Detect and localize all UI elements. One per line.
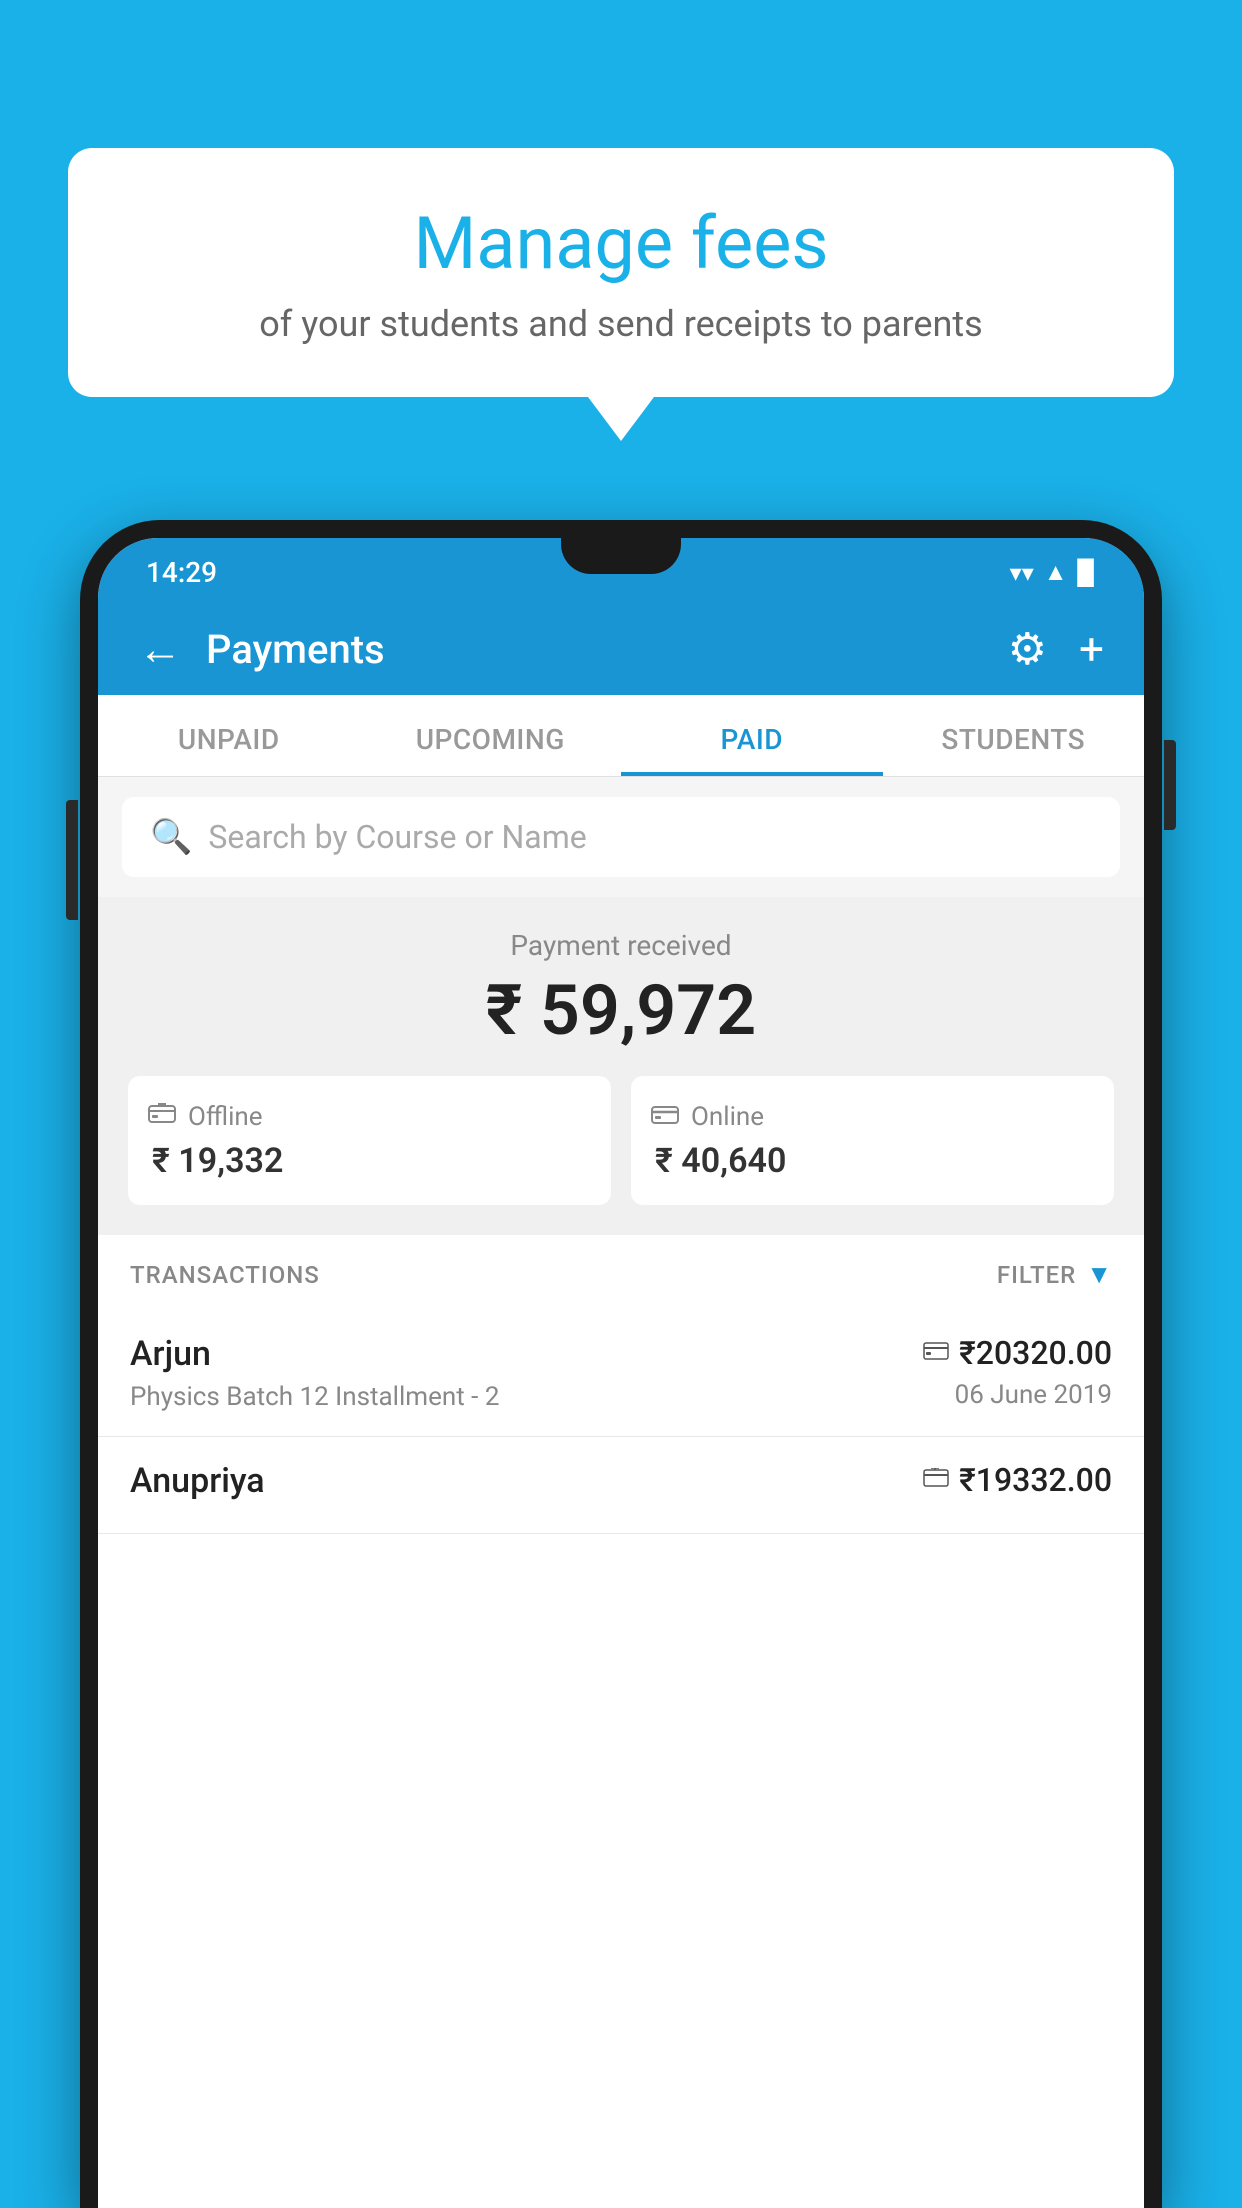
transactions-list: Arjun Physics Batch 12 Installment - 2 (98, 1310, 1144, 2208)
phone-screen: 14:29 ▾▾ ▲ ▉ ← Payments ⚙ + (98, 538, 1144, 2208)
offline-icon (148, 1100, 176, 1133)
add-icon[interactable]: + (1079, 623, 1104, 675)
payment-received-label: Payment received (128, 929, 1114, 962)
transaction-name-1: Arjun (130, 1334, 499, 1374)
battery-icon: ▉ (1078, 559, 1096, 587)
offline-amount: ₹ 19,332 (148, 1141, 283, 1181)
signal-icon: ▲ (1044, 558, 1068, 587)
online-label: Online (691, 1102, 764, 1132)
transaction-name-2: Anupriya (130, 1461, 265, 1501)
transaction-detail-1: Physics Batch 12 Installment - 2 (130, 1382, 499, 1412)
search-bar[interactable]: 🔍 Search by Course or Name (122, 797, 1120, 877)
payment-cards: Offline ₹ 19,332 (128, 1076, 1114, 1205)
transaction-amount-row-1: ₹20320.00 (923, 1334, 1112, 1372)
tab-unpaid[interactable]: UNPAID (98, 695, 360, 776)
transactions-label: TRANSACTIONS (130, 1261, 320, 1289)
transaction-amount-row-2: ₹19332.00 (923, 1461, 1112, 1499)
filter-icon: ▼ (1086, 1259, 1112, 1290)
transaction-date-1: 06 June 2019 (923, 1380, 1112, 1410)
header-right: ⚙ + (1008, 623, 1104, 675)
back-button[interactable]: ← (138, 623, 182, 675)
payment-received-section: Payment received ₹ 59,972 (98, 897, 1144, 1235)
header-left: ← Payments (138, 623, 385, 675)
header-title: Payments (206, 626, 385, 673)
transaction-left-2: Anupriya (130, 1461, 265, 1509)
transaction-left-1: Arjun Physics Batch 12 Installment - 2 (130, 1334, 499, 1412)
transaction-row[interactable]: Arjun Physics Batch 12 Installment - 2 (98, 1310, 1144, 1437)
filter-container[interactable]: FILTER ▼ (997, 1259, 1112, 1290)
status-time: 14:29 (146, 556, 217, 589)
transaction-row-2[interactable]: Anupriya (98, 1437, 1144, 1534)
online-card-header: Online (651, 1100, 764, 1133)
tabs-container: UNPAID UPCOMING PAID STUDENTS (98, 695, 1144, 777)
payment-type-icon-2 (923, 1465, 949, 1495)
bubble-subtitle: of your students and send receipts to pa… (128, 303, 1114, 345)
search-placeholder-text: Search by Course or Name (208, 818, 586, 856)
search-container: 🔍 Search by Course or Name (98, 777, 1144, 897)
phone-frame: 14:29 ▾▾ ▲ ▉ ← Payments ⚙ + (80, 520, 1162, 2208)
transactions-header: TRANSACTIONS FILTER ▼ (98, 1235, 1144, 1310)
offline-label: Offline (188, 1102, 263, 1132)
transaction-right-1: ₹20320.00 06 June 2019 (923, 1334, 1112, 1410)
status-icons: ▾▾ ▲ ▉ (1010, 558, 1096, 587)
speech-bubble-container: Manage fees of your students and send re… (68, 148, 1174, 397)
phone-container: 14:29 ▾▾ ▲ ▉ ← Payments ⚙ + (80, 520, 1162, 2208)
online-card: Online ₹ 40,640 (631, 1076, 1114, 1205)
offline-card-header: Offline (148, 1100, 263, 1133)
tab-students[interactable]: STUDENTS (883, 695, 1145, 776)
speech-bubble: Manage fees of your students and send re… (68, 148, 1174, 397)
filter-label: FILTER (997, 1261, 1076, 1289)
transaction-amount-2: ₹19332.00 (959, 1461, 1112, 1499)
tab-upcoming[interactable]: UPCOMING (360, 695, 622, 776)
payment-type-icon-1 (923, 1338, 949, 1368)
app-header: ← Payments ⚙ + (98, 603, 1144, 695)
settings-icon[interactable]: ⚙ (1008, 623, 1047, 675)
search-icon: 🔍 (150, 817, 192, 857)
bubble-title: Manage fees (128, 204, 1114, 283)
online-icon (651, 1100, 679, 1133)
payment-received-amount: ₹ 59,972 (128, 970, 1114, 1052)
wifi-icon: ▾▾ (1010, 559, 1034, 587)
phone-notch (561, 538, 681, 574)
offline-card: Offline ₹ 19,332 (128, 1076, 611, 1205)
tab-paid[interactable]: PAID (621, 695, 883, 776)
transaction-right-2: ₹19332.00 (923, 1461, 1112, 1507)
transaction-amount-1: ₹20320.00 (959, 1334, 1112, 1372)
online-amount: ₹ 40,640 (651, 1141, 786, 1181)
